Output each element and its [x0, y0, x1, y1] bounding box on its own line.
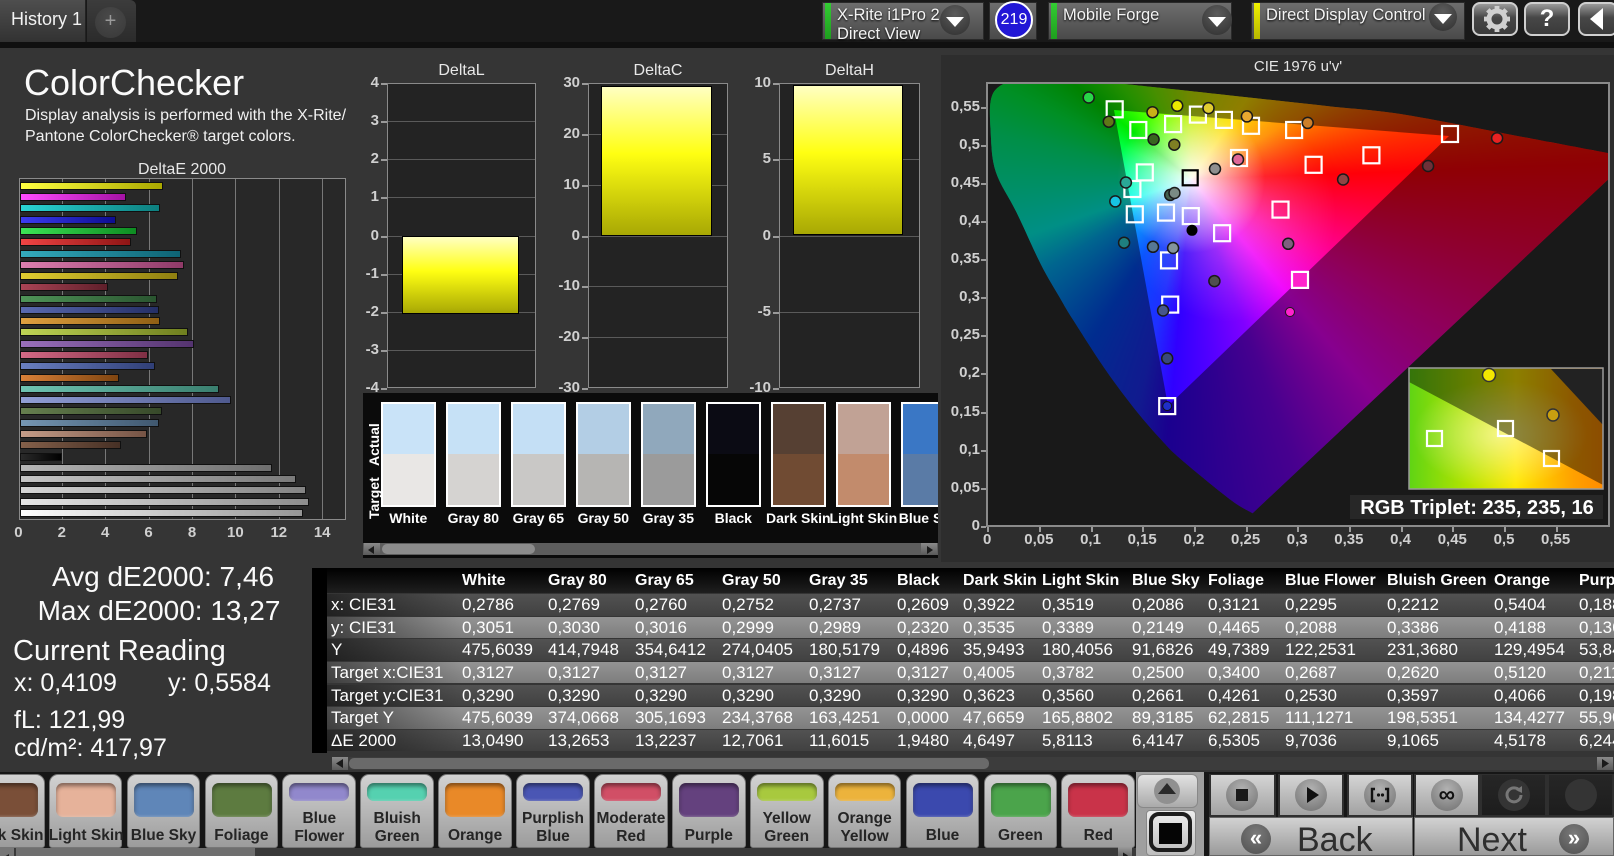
- svg-text:RGB Triplet: 235, 235, 16: RGB Triplet: 235, 235, 16: [1360, 497, 1593, 519]
